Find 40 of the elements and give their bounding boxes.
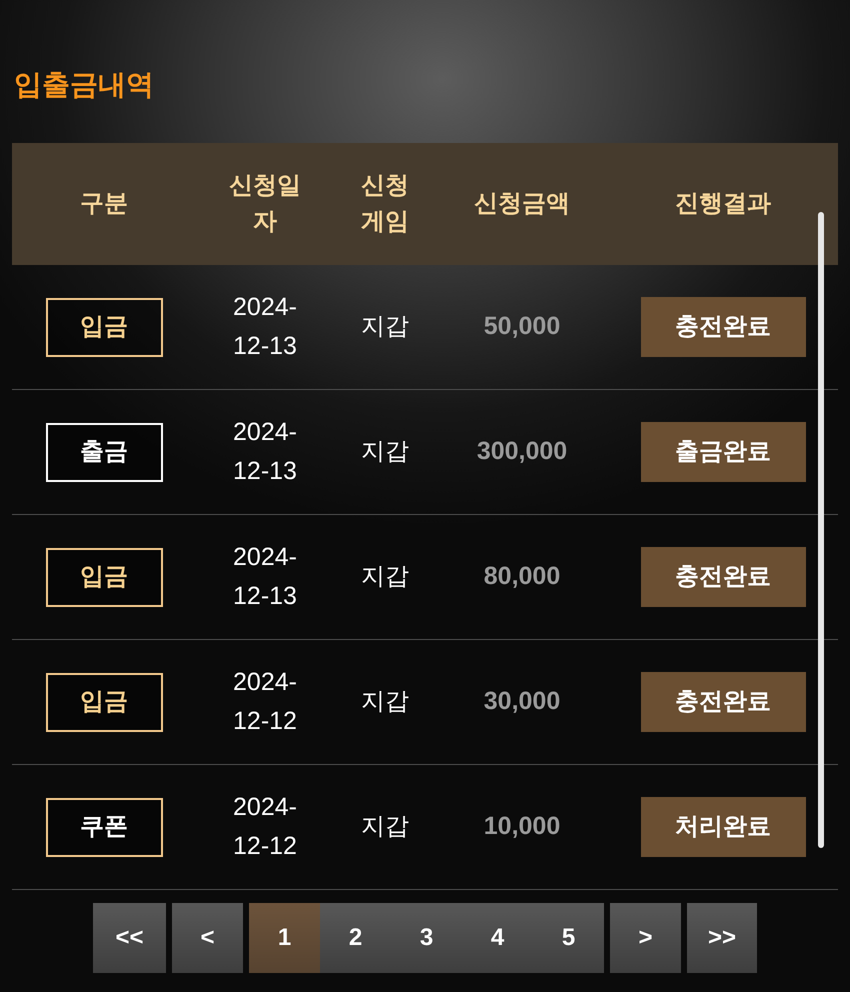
amount-text: 30,000	[484, 686, 560, 718]
last-page-button[interactable]: >>	[687, 903, 757, 973]
date-text: 2024-12-13	[232, 292, 298, 362]
game-text: 지갑	[361, 312, 409, 342]
next-page-button[interactable]: >	[610, 903, 681, 973]
game-text: 지갑	[361, 812, 409, 842]
column-header: 진행결과	[675, 189, 771, 219]
page-button[interactable]: 2	[320, 903, 391, 973]
column-header: 신청일자	[228, 171, 302, 237]
previous-page-button[interactable]: <	[172, 903, 243, 973]
column-header: 구분	[80, 189, 128, 219]
game-text: 지갑	[361, 687, 409, 717]
page-button[interactable]: 3	[391, 903, 462, 973]
type-badge: 입금	[46, 548, 162, 606]
page-title: 입출금내역	[14, 68, 154, 102]
type-badge: 입금	[46, 672, 162, 732]
first-page-button[interactable]: <<	[93, 903, 166, 973]
date-text: 2024-12-12	[232, 792, 298, 862]
amount-text: 80,000	[484, 561, 560, 592]
type-badge: 출금	[46, 422, 162, 482]
type-badge: 쿠폰	[46, 798, 162, 856]
page-button[interactable]: 1	[249, 903, 320, 973]
status-badge: 충전완료	[640, 547, 806, 607]
status-badge: 충전완료	[640, 297, 806, 357]
page-button[interactable]: 5	[533, 903, 604, 973]
date-text: 2024-12-13	[232, 417, 298, 487]
column-header: 신청게임	[360, 171, 410, 237]
game-text: 지갑	[361, 437, 409, 467]
date-text: 2024-12-13	[232, 542, 298, 612]
status-badge: 충전완료	[640, 672, 806, 732]
column-header: 신청금액	[474, 189, 570, 219]
amount-text: 50,000	[484, 311, 560, 342]
date-text: 2024-12-12	[232, 667, 298, 737]
game-text: 지갑	[361, 562, 409, 592]
type-badge: 입금	[46, 298, 162, 356]
amount-text: 300,000	[476, 436, 568, 468]
amount-text: 10,000	[484, 811, 560, 842]
status-badge: 처리완료	[640, 797, 806, 857]
page-button[interactable]: 4	[462, 903, 533, 973]
status-badge: 출금완료	[640, 422, 806, 482]
